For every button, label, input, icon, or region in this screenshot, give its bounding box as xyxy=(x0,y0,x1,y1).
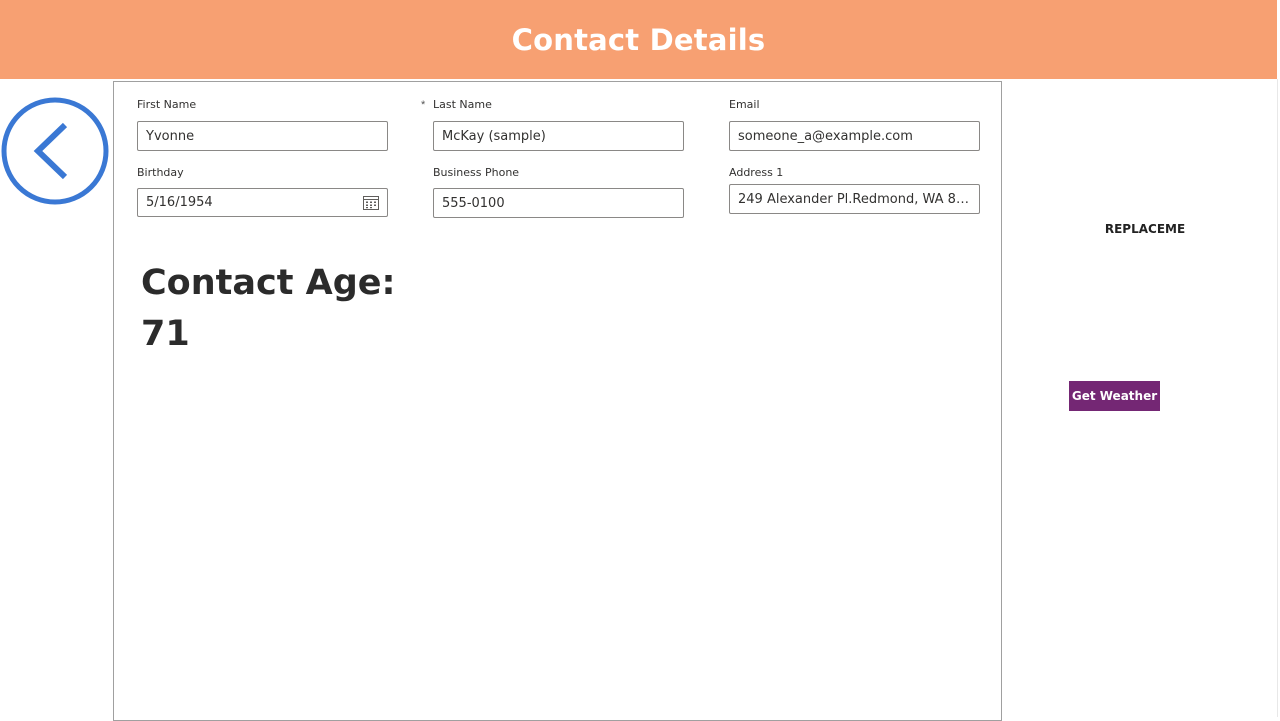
business-phone-value: 555-0100 xyxy=(442,195,505,211)
birthday-value: 5/16/1954 xyxy=(146,195,213,210)
business-phone-label: Business Phone xyxy=(433,166,520,179)
address1-field[interactable]: 249 Alexander Pl.Redmond, WA 86372... xyxy=(729,184,980,214)
email-label: Email xyxy=(729,98,760,111)
replaceme-label: REPLACEME xyxy=(1104,222,1186,236)
contact-age-value: 71 xyxy=(141,314,190,354)
contact-age-label: Contact Age: xyxy=(141,263,396,303)
calendar-icon[interactable] xyxy=(363,195,379,210)
email-value: someone_a@example.com xyxy=(738,128,913,144)
last-name-value: McKay (sample) xyxy=(442,128,546,144)
last-name-label: Last Name xyxy=(433,98,492,111)
header-bar: Contact Details xyxy=(0,0,1277,79)
birthday-label: Birthday xyxy=(137,166,184,179)
email-field[interactable]: someone_a@example.com xyxy=(729,121,980,151)
first-name-field[interactable]: Yvonne xyxy=(137,121,388,151)
address1-label: Address 1 xyxy=(729,166,784,179)
first-name-value: Yvonne xyxy=(146,128,195,144)
last-name-field[interactable]: McKay (sample) xyxy=(433,121,684,151)
chevron-left-circle-icon xyxy=(1,97,109,205)
back-button[interactable] xyxy=(0,96,111,207)
right-edge-divider xyxy=(1277,79,1278,717)
contact-form-panel: First Name Yvonne * Last Name McKay (sam… xyxy=(113,81,1002,721)
first-name-label: First Name xyxy=(137,98,197,111)
page-title: Contact Details xyxy=(511,22,766,57)
get-weather-button[interactable]: Get Weather xyxy=(1069,381,1160,411)
business-phone-field[interactable]: 555-0100 xyxy=(433,188,684,218)
birthday-date-picker[interactable]: 5/16/1954 xyxy=(137,188,388,217)
address1-value: 249 Alexander Pl.Redmond, WA 86372... xyxy=(738,191,979,207)
required-marker: * xyxy=(421,99,426,111)
